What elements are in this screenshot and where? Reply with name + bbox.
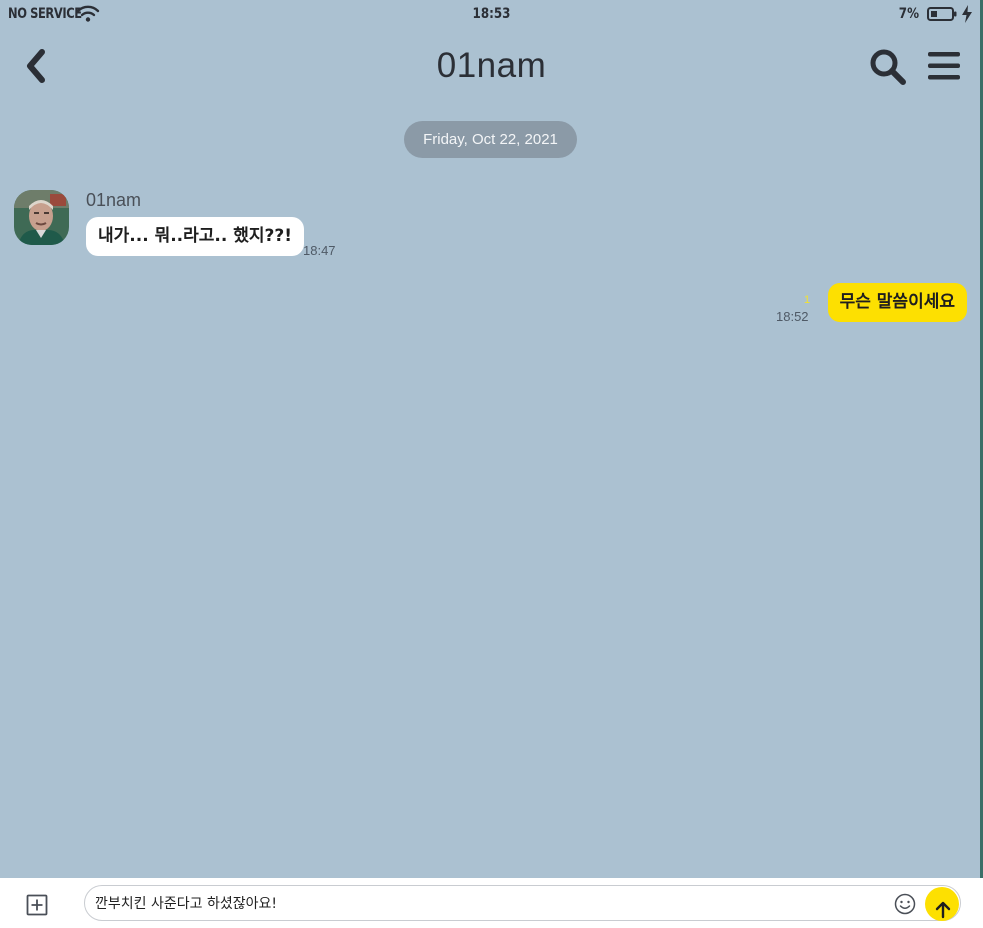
message-input-wrapper — [84, 885, 961, 921]
chat-header: 01nam — [0, 38, 983, 94]
avatar-photo — [14, 190, 69, 245]
date-divider: Friday, Oct 22, 2021 — [404, 121, 577, 158]
arrow-up-icon — [935, 901, 951, 919]
search-icon[interactable] — [868, 47, 908, 87]
send-button[interactable] — [925, 887, 959, 921]
unread-count: 1 — [804, 294, 811, 306]
sender-name: 01nam — [86, 190, 142, 210]
composer-bar — [0, 878, 983, 928]
status-time: 18:53 — [472, 6, 511, 22]
chat-title: 01nam — [436, 46, 547, 85]
sent-message-bubble[interactable]: 무슨 말씀이세요 — [827, 283, 967, 322]
received-message-time: 18:47 — [303, 243, 336, 258]
battery-percent: 7% — [899, 6, 920, 22]
hamburger-menu-icon[interactable] — [926, 50, 962, 82]
received-message-bubble[interactable]: 내가... 뭐..라고.. 했지??! — [86, 217, 304, 256]
message-input[interactable] — [95, 890, 875, 916]
charging-bolt-icon — [962, 5, 972, 23]
plus-square-icon[interactable] — [26, 894, 48, 916]
status-bar: NO SERVICE 18:53 7% — [0, 0, 983, 30]
carrier-label: NO SERVICE — [8, 6, 82, 22]
sent-message-time: 18:52 — [776, 309, 809, 324]
battery-icon — [927, 7, 957, 21]
smiley-icon[interactable] — [894, 893, 916, 915]
avatar[interactable] — [14, 190, 69, 245]
